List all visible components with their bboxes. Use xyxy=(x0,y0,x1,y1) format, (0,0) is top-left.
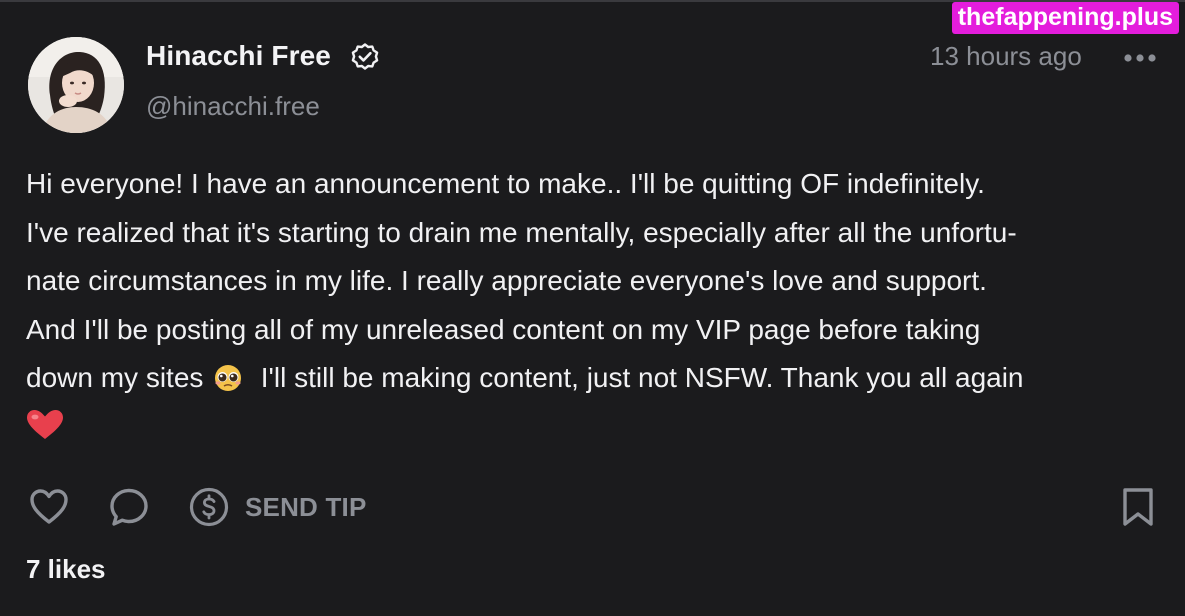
author-name[interactable]: Hinacchi Free xyxy=(146,40,331,72)
heart-emoji xyxy=(27,409,63,439)
likes-count[interactable]: 7 likes xyxy=(26,554,106,585)
post-body: Hi everyone! I have an announcement to m… xyxy=(26,160,1166,451)
body-line: Hi everyone! I have an announcement to m… xyxy=(26,168,985,199)
send-tip-label: SEND TIP xyxy=(245,491,367,522)
body-text-fragment: I'll still be making content, just not N… xyxy=(260,362,1024,393)
body-line-with-emoji: down my sites I'll still be making conte… xyxy=(26,354,1166,403)
verified-check-icon xyxy=(351,43,379,70)
dollar-circle-icon xyxy=(189,487,229,527)
pleading-face-emoji xyxy=(215,365,242,391)
body-text-fragment: down my sites xyxy=(26,362,204,393)
post-card: thefappening.plus Hinacchi Free @hinacch… xyxy=(0,0,1185,616)
body-line: nate circumstances in my life. I really … xyxy=(26,265,987,296)
author-handle[interactable]: @hinacchi.free xyxy=(146,91,320,122)
watermark: thefappening.plus xyxy=(951,2,1179,34)
heart-outline-icon[interactable] xyxy=(28,486,70,528)
more-dots-icon[interactable] xyxy=(1122,48,1158,68)
body-line: I've realized that it's starting to drai… xyxy=(26,216,1017,248)
avatar[interactable] xyxy=(28,37,124,133)
body-line: And I'll be posting all of my unreleased… xyxy=(26,313,981,345)
comment-bubble-icon[interactable] xyxy=(108,486,150,528)
body-line-with-emoji xyxy=(26,403,1166,452)
bookmark-icon[interactable] xyxy=(1120,486,1156,528)
post-timestamp[interactable]: 13 hours ago xyxy=(930,41,1082,72)
send-tip-button[interactable]: SEND TIP xyxy=(188,485,367,529)
